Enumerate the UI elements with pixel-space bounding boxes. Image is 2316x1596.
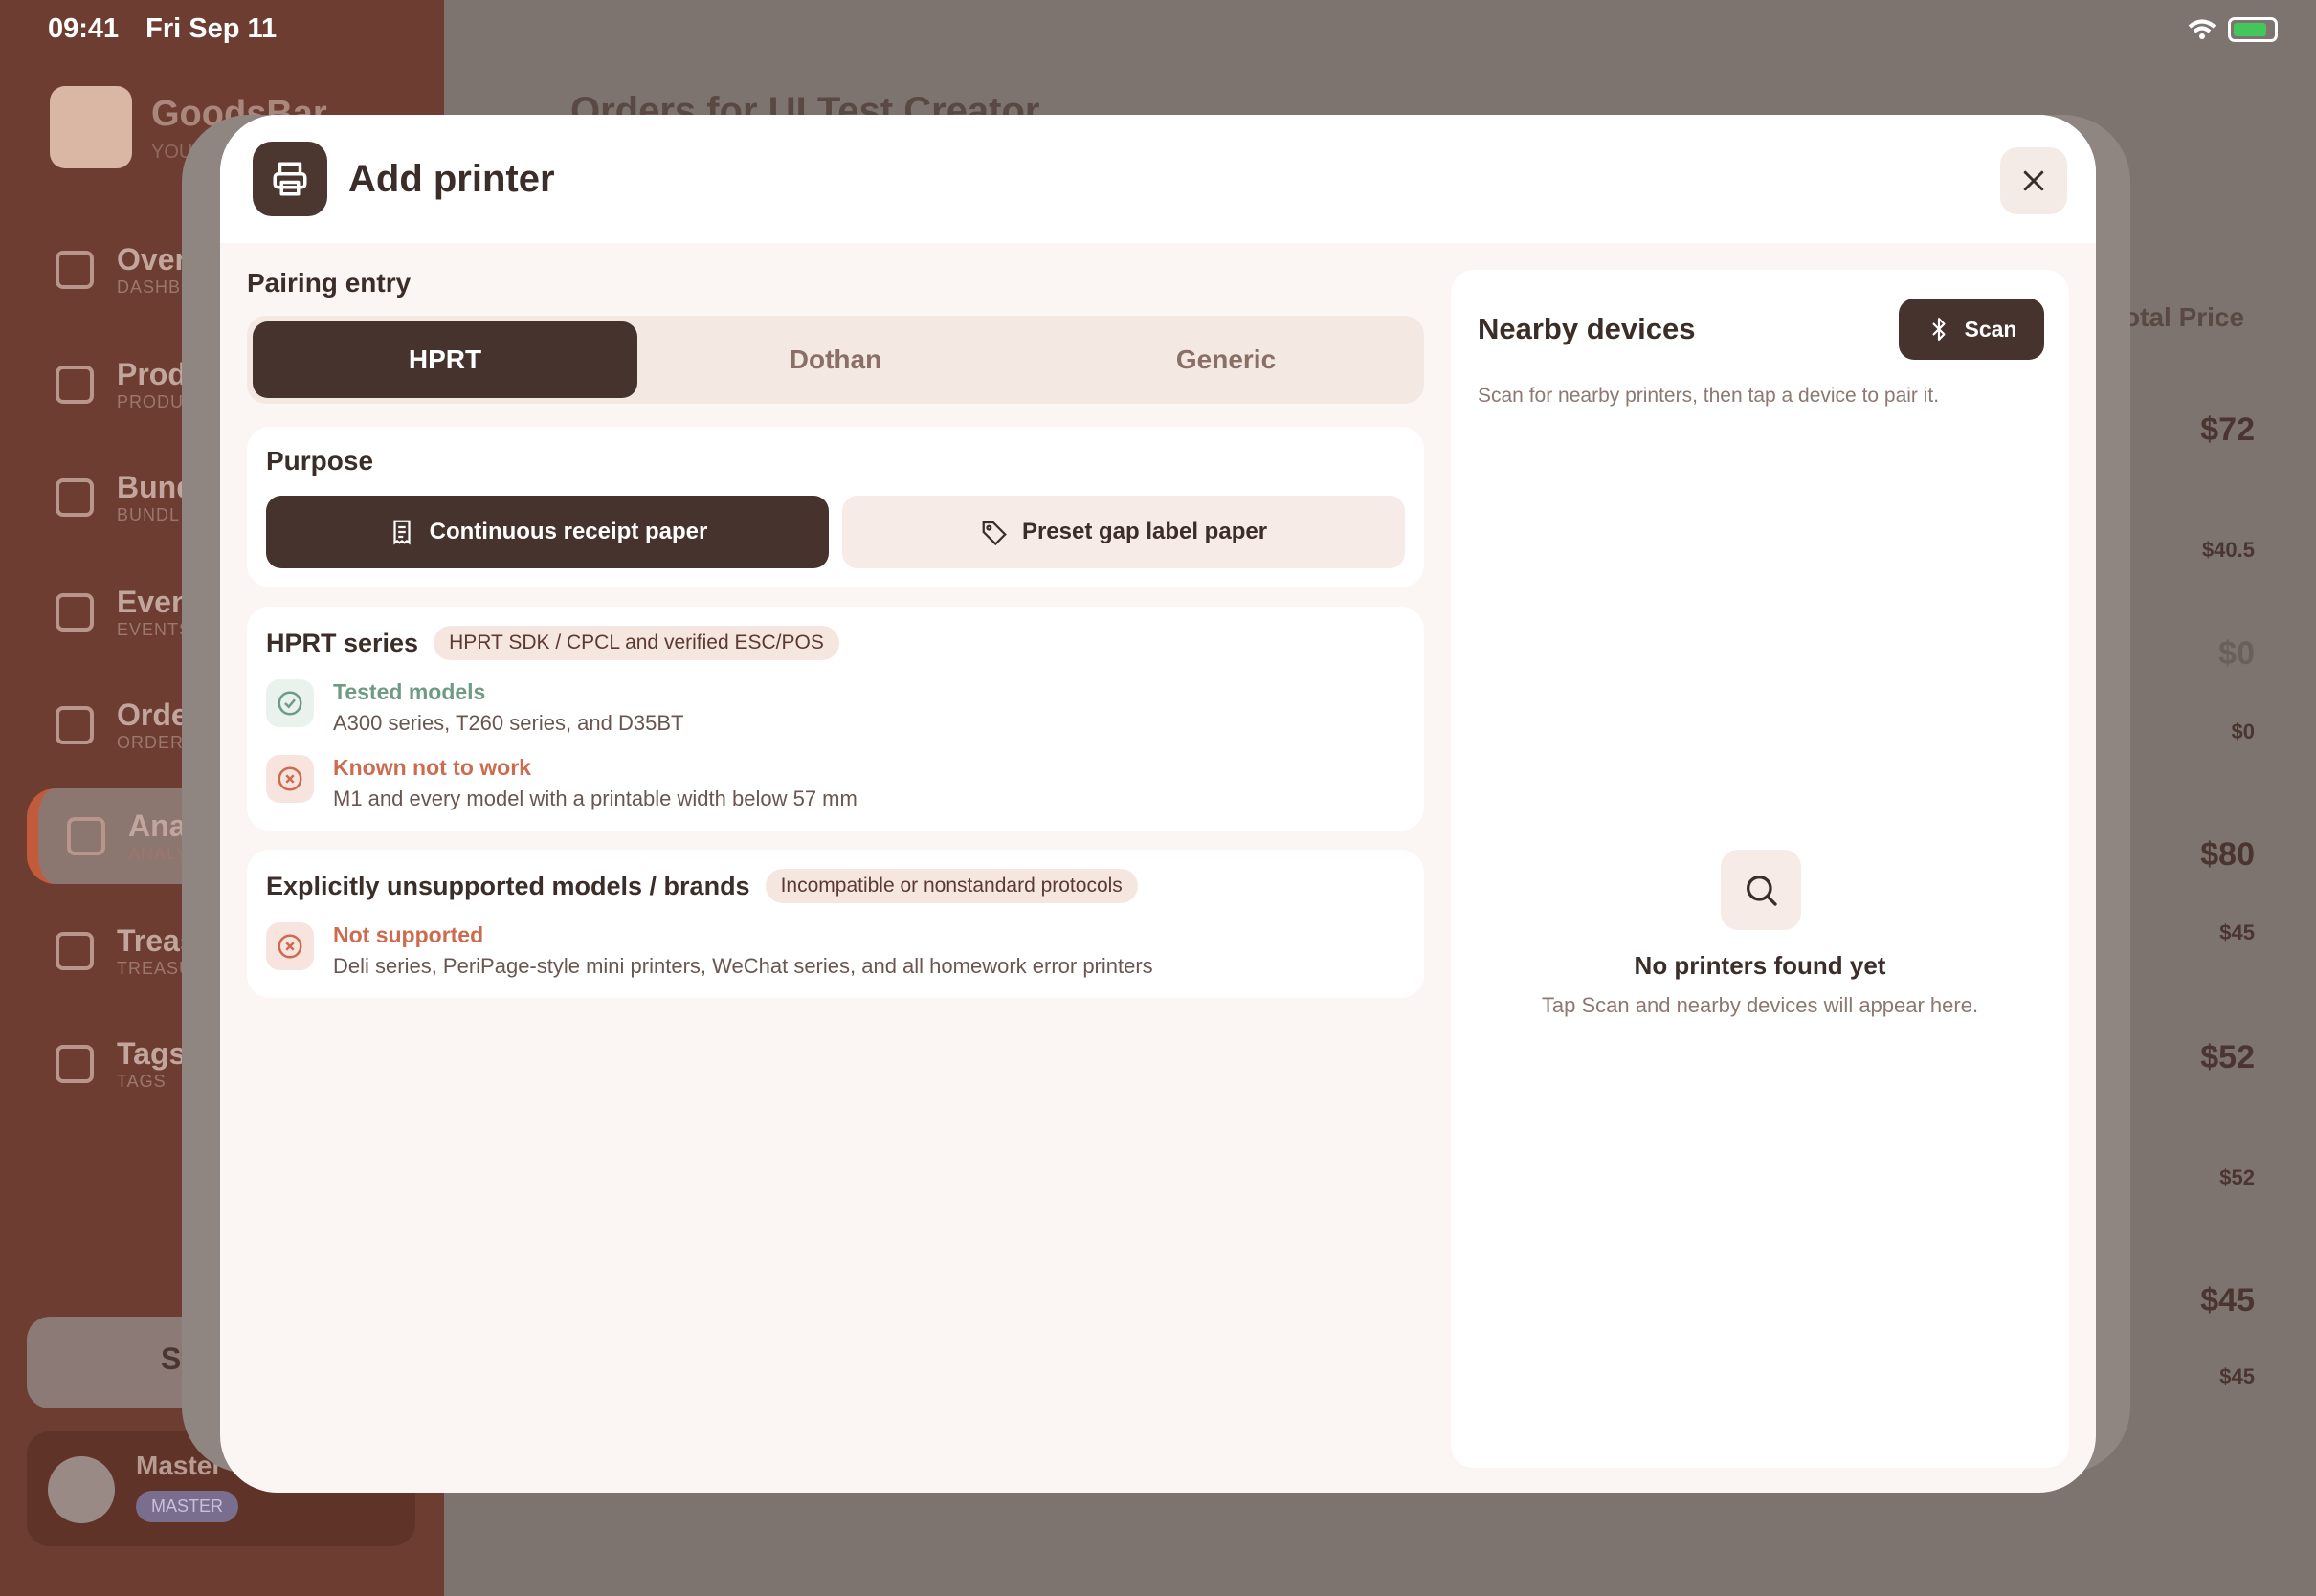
receipt-icon [393, 520, 411, 545]
star-icon [56, 366, 94, 404]
add-printer-dialog: Add printer Pairing entry HPRT Dothan Ge… [220, 115, 2096, 1493]
pairing-option-generic[interactable]: Generic [1034, 321, 1418, 398]
sidebar-item-label: Tags [117, 1036, 187, 1071]
order-subtotal: $0 [2231, 720, 2255, 743]
dialog-title: Add printer [348, 157, 555, 200]
sidebar-item-label: Even [117, 585, 190, 619]
known-not-working-row: Known not to work M1 and every model wit… [266, 755, 1405, 811]
sidebar-item-label: Prod [117, 357, 187, 391]
purpose-panel: Purpose Continuous receipt paper Preset … [247, 427, 1424, 587]
purpose-gap-label-button[interactable]: Preset gap label paper [842, 496, 1405, 568]
unsupported-panel: Explicitly unsupported models / brands I… [247, 850, 1424, 998]
order-subtotal: $40.5 [2201, 538, 2255, 562]
nearby-devices-panel: Nearby devices Scan Scan for nearby prin… [1451, 270, 2069, 1468]
sidebar-item-sublabel: PRODU [117, 392, 185, 411]
purpose-label: Purpose [266, 446, 374, 476]
user-role-badge: MASTER [136, 1491, 239, 1522]
pairing-option-hprt[interactable]: HPRT [253, 321, 637, 398]
series-protocol-tag: HPRT SDK / CPCL and verified ESC/POS [434, 626, 839, 660]
tested-models-row: Tested models A300 series, T260 series, … [266, 679, 1405, 736]
scan-button[interactable]: Scan [1899, 299, 2044, 360]
unsupported-protocol-tag: Incompatible or nonstandard protocols [765, 869, 1138, 903]
bag-icon [56, 478, 94, 517]
status-indicators [2188, 17, 2278, 42]
not-supported-desc: Deli series, PeriPage-style mini printer… [333, 954, 1153, 978]
nearby-devices-title: Nearby devices [1478, 312, 1696, 345]
pairing-entry-selector: HPRT Dothan Generic [247, 316, 1424, 404]
status-bar: 09:41 Fri Sep 11 [48, 13, 277, 45]
series-title: HPRT series [266, 628, 419, 657]
receipt-icon [56, 706, 94, 744]
scan-button-label: Scan [1964, 316, 2017, 342]
printer-settings-column: Pairing entry HPRT Dothan Generic Purpos… [247, 268, 1424, 998]
sidebar-item-sublabel: EVENTS [117, 620, 192, 639]
battery-icon [2228, 17, 2278, 42]
known-not-working-title: Known not to work [333, 755, 531, 780]
gift-icon [56, 932, 94, 970]
x-circle-icon [266, 922, 314, 970]
known-not-working-desc: M1 and every model with a printable widt… [333, 787, 857, 810]
order-subtotal: $45 [2219, 920, 2255, 944]
order-price: $80 [2200, 836, 2255, 873]
close-icon [2023, 170, 2044, 191]
nearby-devices-desc: Scan for nearby printers, then tap a dev… [1478, 385, 1940, 407]
dialog-header: Add printer [220, 115, 2096, 243]
order-price: $45 [2200, 1282, 2255, 1319]
tested-models-desc: A300 series, T260 series, and D35BT [333, 711, 684, 735]
empty-state-title: No printers found yet [1634, 951, 1886, 980]
tag-icon [56, 1045, 94, 1083]
status-date: Fri Sep 11 [145, 13, 278, 44]
pairing-entry-label: Pairing entry [247, 268, 412, 298]
x-circle-icon [266, 755, 314, 803]
order-subtotal: $45 [2219, 1364, 2255, 1388]
order-price: $0 [2218, 635, 2255, 672]
bluetooth-icon [1932, 318, 1945, 341]
order-subtotal: $52 [2219, 1165, 2255, 1189]
app-logo [50, 86, 132, 168]
dashboard-icon [56, 251, 94, 289]
check-circle-icon [266, 679, 314, 727]
empty-state-desc: Tap Scan and nearby devices will appear … [1541, 993, 1979, 1017]
purpose-continuous-receipt-button[interactable]: Continuous receipt paper [266, 496, 829, 568]
purpose-option-label: Continuous receipt paper [429, 519, 708, 544]
pairing-option-dothan[interactable]: Dothan [643, 321, 1028, 398]
unsupported-title: Explicitly unsupported models / brands [266, 871, 750, 900]
close-button[interactable] [2000, 147, 2067, 214]
order-price: $52 [2200, 1039, 2255, 1075]
sidebar-item-sublabel: TAGS [117, 1072, 167, 1091]
chart-icon [67, 817, 105, 855]
tested-models-title: Tested models [333, 679, 486, 704]
order-price: $72 [2200, 411, 2255, 448]
status-time: 09:41 [48, 13, 120, 44]
not-supported-row: Not supported Deli series, PeriPage-styl… [266, 922, 1405, 979]
not-supported-title: Not supported [333, 922, 484, 947]
wifi-icon [2188, 19, 2216, 39]
calendar-icon [56, 593, 94, 632]
hprt-series-panel: HPRT series HPRT SDK / CPCL and verified… [247, 607, 1424, 831]
avatar [48, 1456, 115, 1523]
tag-icon [982, 521, 1007, 546]
purpose-option-label: Preset gap label paper [1021, 519, 1268, 544]
search-icon [1721, 850, 1801, 930]
printer-icon [253, 142, 327, 216]
